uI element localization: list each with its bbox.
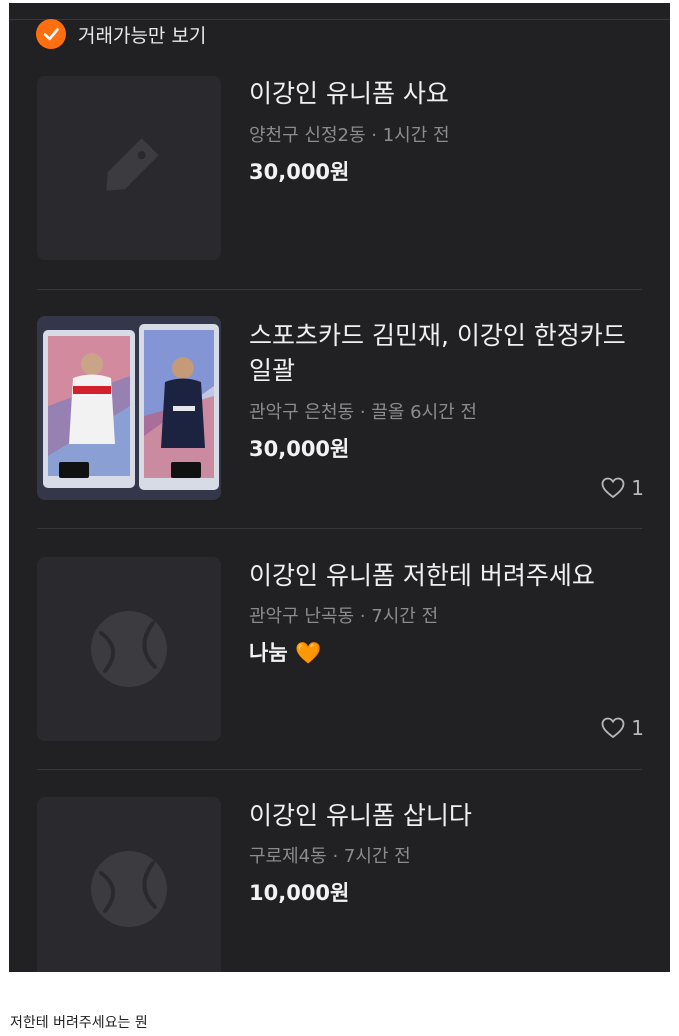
heart-icon xyxy=(601,477,625,499)
placeholder-thumbnail xyxy=(37,76,221,260)
item-meta: 관악구 난곡동 · 7시간 전 xyxy=(249,602,438,628)
ball-icon xyxy=(91,851,167,927)
item-time: 7시간 전 xyxy=(371,606,439,627)
item-time: 7시간 전 xyxy=(343,846,411,867)
item-meta: 구로제4동 · 7시간 전 xyxy=(249,842,411,868)
item-photo xyxy=(37,316,221,500)
meta-separator: · xyxy=(359,402,372,423)
item-location: 구로제4동 xyxy=(249,846,327,867)
meta-separator: · xyxy=(332,846,344,867)
listing-screen: 거래가능만 보기 이강인 유니폼 사요 양천구 신정2동 · 1시간 전 30,… xyxy=(9,3,670,972)
item-divider xyxy=(37,528,642,529)
heart-icon xyxy=(601,717,625,739)
item-time: 1시간 전 xyxy=(382,125,450,146)
filter-label: 거래가능만 보기 xyxy=(78,24,207,47)
item-location: 양천구 신정2동 xyxy=(249,125,366,146)
item-price: 나눔 🧡 xyxy=(249,641,322,665)
item-title: 이강인 유니폼 사요 xyxy=(249,79,449,108)
item-location: 관악구 난곡동 xyxy=(249,606,355,627)
item-meta: 관악구 은천동 · 끌올 6시간 전 xyxy=(249,398,477,424)
checkbox-checked-icon[interactable] xyxy=(36,19,66,49)
item-price: 30,000원 xyxy=(249,160,350,184)
item-location: 관악구 은천동 xyxy=(249,402,355,423)
item-divider xyxy=(37,289,642,290)
available-only-filter[interactable]: 거래가능만 보기 xyxy=(36,18,206,50)
price-tag-icon xyxy=(106,138,159,191)
item-meta: 양천구 신정2동 · 1시간 전 xyxy=(249,121,450,147)
like-number: 1 xyxy=(631,716,644,740)
meta-separator: · xyxy=(359,606,372,627)
item-time: 끌올 6시간 전 xyxy=(371,402,477,423)
placeholder-thumbnail xyxy=(37,797,221,972)
placeholder-thumbnail xyxy=(37,557,221,741)
item-title: 스포츠카드 김민재, 이강인 한정카드 일괄 xyxy=(249,321,626,385)
post-caption: 저한테 버려주세요는 뭔 xyxy=(10,1015,148,1031)
like-count[interactable]: 1 xyxy=(601,476,644,500)
like-number: 1 xyxy=(631,476,644,500)
meta-separator: · xyxy=(371,125,383,146)
item-price: 30,000원 xyxy=(249,437,350,461)
item-title: 이강인 유니폼 저한테 버려주세요 xyxy=(249,561,595,590)
like-count[interactable]: 1 xyxy=(601,716,644,740)
item-title: 이강인 유니폼 삽니다 xyxy=(249,801,472,830)
trading-cards-photo xyxy=(37,316,221,500)
item-price: 10,000원 xyxy=(249,881,350,905)
item-divider xyxy=(37,769,642,770)
ball-icon xyxy=(91,611,167,687)
